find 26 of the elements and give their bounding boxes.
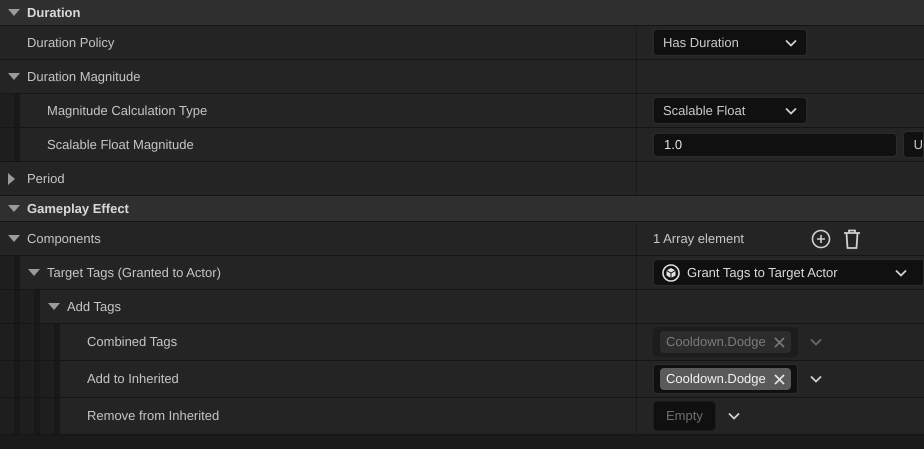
- cube-icon: [662, 264, 680, 282]
- property-label: Add Tags: [67, 298, 121, 316]
- tag-chip[interactable]: Cooldown.Dodge: [660, 368, 791, 390]
- category-title: Duration: [27, 4, 80, 22]
- property-label: Magnitude Calculation Type: [47, 102, 208, 120]
- property-label: Period: [27, 170, 65, 188]
- class-dropdown[interactable]: Grant Tags to Target Actor: [653, 259, 924, 286]
- unit-button[interactable]: U: [902, 131, 924, 158]
- dropdown[interactable]: Scalable Float: [653, 97, 807, 124]
- property-label: Add to Inherited: [87, 370, 179, 388]
- property-label: Target Tags (Granted to Actor): [47, 264, 221, 282]
- close-icon: [774, 374, 785, 384]
- property-label: Combined Tags: [87, 333, 178, 352]
- dropdown[interactable]: Has Duration: [653, 29, 807, 56]
- property-label: Duration Magnitude: [27, 68, 140, 86]
- add-icon[interactable]: [811, 228, 831, 248]
- close-icon: [774, 336, 785, 348]
- property-label: Duration Policy: [27, 34, 114, 52]
- trash-icon[interactable]: [843, 228, 861, 248]
- property-label: Scalable Float Magnitude: [47, 136, 194, 154]
- category-title: Gameplay Effect: [27, 200, 129, 218]
- property-label: Components: [27, 230, 101, 248]
- property-label: Remove from Inherited: [87, 407, 220, 426]
- number-field[interactable]: 1.0: [653, 132, 897, 156]
- array-count: 1 Array element: [653, 230, 746, 248]
- empty-tag-field[interactable]: Empty: [653, 401, 716, 431]
